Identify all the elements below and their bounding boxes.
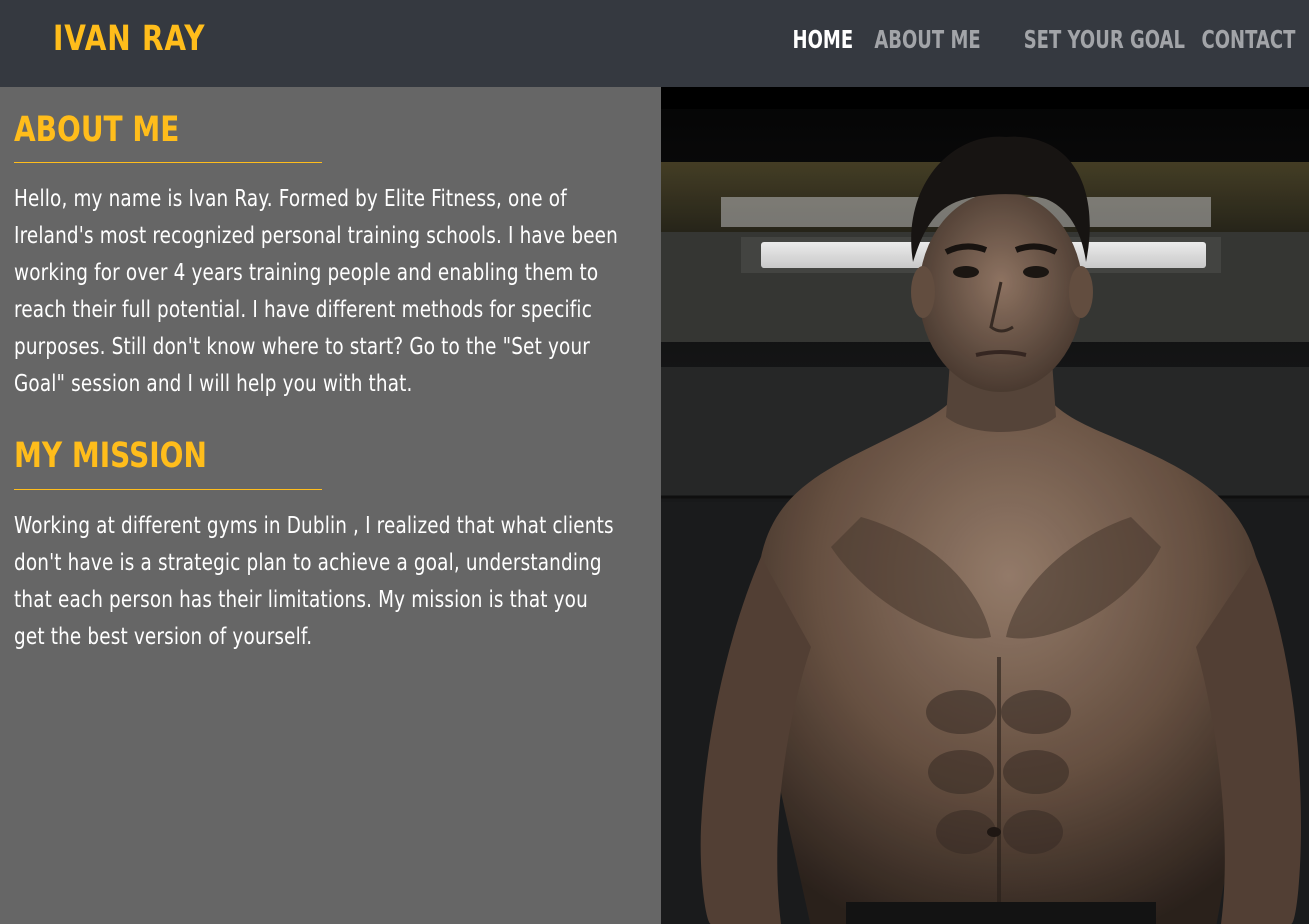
nav-about-me-link[interactable]: ABOUT ME [874,23,980,57]
trainer-photo [661,87,1309,924]
about-text: Hello, my name is Ivan Ray. Formed by El… [14,186,618,397]
main-nav: HOME ABOUT ME SET YOUR GOAL CONTACT [789,23,1295,57]
mission-heading: MY MISSION [14,436,207,476]
brand-logo-link[interactable]: IVAN RAY [53,15,205,63]
nav-set-your-goal-link[interactable]: SET YOUR GOAL [1023,23,1184,57]
about-panel: ABOUT ME Hello, my name is Ivan Ray. For… [0,87,661,924]
nav-contact-link[interactable]: CONTACT [1201,23,1295,57]
mission-divider [14,489,322,490]
site-header: IVAN RAY HOME ABOUT ME SET YOUR GOAL CON… [0,0,1309,87]
nav-home-link[interactable]: HOME [792,23,853,57]
about-divider [14,162,322,163]
about-heading: ABOUT ME [14,110,180,150]
mission-text: Working at different gyms in Dublin , I … [14,513,614,650]
